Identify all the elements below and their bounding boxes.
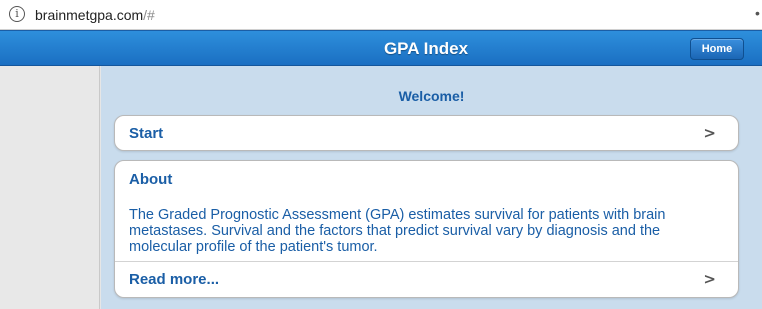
- divider: [115, 261, 738, 262]
- about-title: About: [129, 171, 173, 188]
- url-path: /#: [143, 7, 155, 23]
- page-title: GPA Index: [383, 39, 469, 58]
- url-text[interactable]: brainmetgpa.com/#: [35, 7, 155, 23]
- about-card: About The Graded Prognostic Assessment (…: [114, 160, 739, 298]
- info-icon[interactable]: i: [9, 6, 25, 22]
- home-button[interactable]: Home: [690, 38, 744, 60]
- start-item[interactable]: Start >: [114, 115, 739, 151]
- chevron-right-icon[interactable]: >: [703, 270, 716, 288]
- left-gutter: [0, 66, 100, 309]
- chevron-right-icon: >: [703, 124, 716, 142]
- menu-dot-icon[interactable]: •: [755, 5, 760, 21]
- app-header: GPA Index Home: [0, 30, 762, 66]
- start-label: Start: [129, 125, 164, 142]
- address-bar[interactable]: i brainmetgpa.com/# •: [0, 0, 762, 30]
- welcome-heading: Welcome!: [398, 88, 465, 104]
- read-more-link[interactable]: Read more...: [129, 271, 219, 288]
- about-description: The Graded Prognostic Assessment (GPA) e…: [129, 207, 666, 255]
- url-host: brainmetgpa.com: [35, 7, 144, 23]
